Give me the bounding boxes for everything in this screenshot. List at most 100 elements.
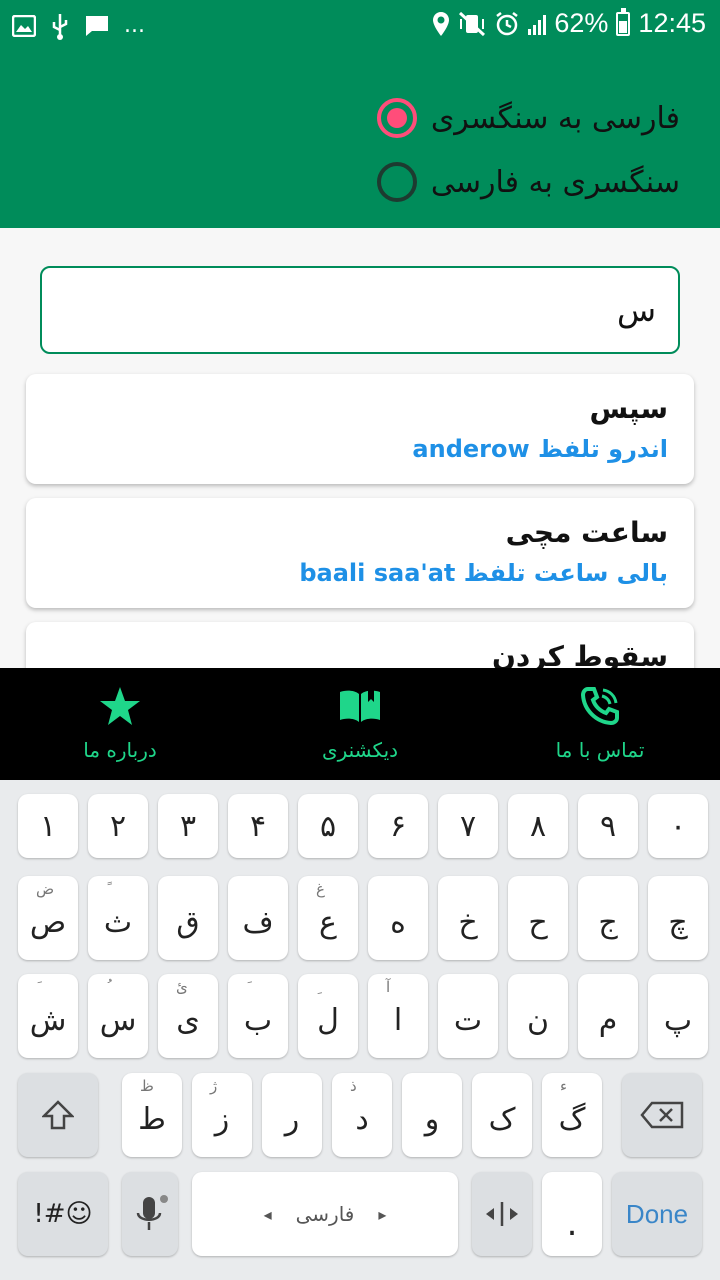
pron-word: تلفظ: [463, 559, 526, 587]
shift-key[interactable]: [18, 1073, 98, 1157]
key[interactable]: ح: [508, 876, 568, 960]
nav-label: تماس با ما: [555, 738, 645, 762]
key-char: ی: [176, 1002, 200, 1038]
key-char: ب: [243, 1002, 273, 1038]
lang-next-icon: ▸: [378, 1204, 387, 1224]
microphone-icon: [136, 1195, 168, 1230]
bottom-navigation: درباره ما دیکشنری تماس با ما: [0, 668, 720, 780]
key-char: ۸: [529, 808, 547, 844]
key[interactable]: ظط: [122, 1073, 182, 1157]
key-char: ز: [214, 1101, 230, 1137]
key[interactable]: خ: [438, 876, 498, 960]
key-char: ط: [138, 1101, 166, 1137]
radio-button-unselected[interactable]: [376, 162, 417, 202]
direction-header: فارسی به سنگسری سنگسری به فارسی: [0, 52, 720, 228]
key-char: ف: [242, 904, 274, 940]
key[interactable]: ۴: [228, 794, 288, 858]
key-char: ۴: [249, 808, 267, 844]
key[interactable]: و: [402, 1073, 462, 1157]
nav-about[interactable]: درباره ما: [0, 668, 240, 780]
key[interactable]: ک: [472, 1073, 532, 1157]
key[interactable]: پ: [648, 974, 708, 1058]
key[interactable]: چ: [648, 876, 708, 960]
radio-fa-to-sangsari[interactable]: فارسی به سنگسری: [376, 98, 680, 138]
key-char: گ: [558, 1101, 586, 1137]
vibrate-mute-icon: [459, 11, 486, 36]
key[interactable]: ۵: [298, 794, 358, 858]
key-char: ۲: [109, 808, 127, 844]
backspace-key[interactable]: [622, 1073, 702, 1157]
result-card[interactable]: سپس اندرو تلفظ anderow: [26, 374, 694, 484]
cursor-key[interactable]: [472, 1172, 532, 1256]
location-icon: [433, 11, 450, 36]
key-hint: ئ: [176, 978, 188, 996]
key[interactable]: ۲: [88, 794, 148, 858]
more-notifications: ...: [124, 13, 145, 38]
key[interactable]: َب: [228, 974, 288, 1058]
key[interactable]: ۳: [158, 794, 218, 858]
key[interactable]: ئی: [158, 974, 218, 1058]
key[interactable]: ف: [228, 876, 288, 960]
key[interactable]: ۱: [18, 794, 78, 858]
search-input[interactable]: س: [40, 266, 680, 354]
symbols-key[interactable]: !#☺: [18, 1172, 108, 1256]
key[interactable]: ت: [438, 974, 498, 1058]
key[interactable]: ذد: [332, 1073, 392, 1157]
pron-latin: baali saa'at: [299, 559, 456, 587]
key[interactable]: آا: [368, 974, 428, 1058]
key-char: ۹: [599, 808, 617, 844]
nav-label: درباره ما: [83, 738, 157, 762]
image-icon: [12, 15, 36, 37]
key[interactable]: ۸: [508, 794, 568, 858]
voice-key[interactable]: [122, 1172, 178, 1256]
done-key[interactable]: Done: [612, 1172, 702, 1256]
key[interactable]: ۹: [578, 794, 638, 858]
key[interactable]: م: [578, 974, 638, 1058]
key-char: ش: [29, 1002, 67, 1038]
shift-icon: [42, 1100, 74, 1130]
key[interactable]: ءگ: [542, 1073, 602, 1157]
key-char: ا: [393, 1002, 403, 1038]
key-char: چ: [668, 904, 688, 940]
key-char: ن: [526, 1002, 550, 1038]
radio-button-selected[interactable]: [376, 98, 417, 138]
nav-dictionary[interactable]: دیکشنری: [240, 668, 480, 780]
lang-prev-icon: ◂: [263, 1204, 272, 1224]
nav-contact[interactable]: تماس با ما: [480, 668, 720, 780]
key[interactable]: ُس: [88, 974, 148, 1058]
space-key[interactable]: ◂ فارسی ▸: [192, 1172, 458, 1256]
pron-fa: اندرو: [608, 435, 668, 463]
key-hint: ظ: [140, 1077, 154, 1095]
key[interactable]: َش: [18, 974, 78, 1058]
key-hint: ض: [36, 880, 55, 898]
battery-icon: [616, 7, 631, 36]
key[interactable]: ِل: [298, 974, 358, 1058]
key[interactable]: ج: [578, 876, 638, 960]
key[interactable]: ژز: [192, 1073, 252, 1157]
key-char: ت: [453, 1002, 483, 1038]
star-icon: [100, 687, 140, 725]
result-card[interactable]: ساعت مچی بالی ساعت تلفظ baali saa'at: [26, 498, 694, 608]
result-card[interactable]: سقوط کردن: [26, 622, 694, 668]
period-key[interactable]: .: [542, 1172, 602, 1256]
key[interactable]: ه: [368, 876, 428, 960]
status-bar: ... 62% 12:45: [0, 0, 720, 52]
key-char: س: [99, 1002, 137, 1038]
key-char: ع: [319, 904, 337, 940]
key[interactable]: غع: [298, 876, 358, 960]
key-char: ق: [176, 904, 200, 940]
key[interactable]: ًث: [88, 876, 148, 960]
key-char: ل: [317, 1002, 339, 1038]
key[interactable]: ضص: [18, 876, 78, 960]
radio-sangsari-to-fa[interactable]: سنگسری به فارسی: [376, 162, 680, 202]
key[interactable]: ن: [508, 974, 568, 1058]
notification-icons: ...: [12, 12, 145, 40]
key[interactable]: ۷: [438, 794, 498, 858]
key[interactable]: ۰: [648, 794, 708, 858]
result-pronunciation: اندرو تلفظ anderow: [52, 435, 668, 463]
key[interactable]: ر: [262, 1073, 322, 1157]
nav-label: دیکشنری: [321, 738, 399, 762]
key[interactable]: ق: [158, 876, 218, 960]
battery-percent: 62%: [554, 8, 609, 38]
key[interactable]: ۶: [368, 794, 428, 858]
